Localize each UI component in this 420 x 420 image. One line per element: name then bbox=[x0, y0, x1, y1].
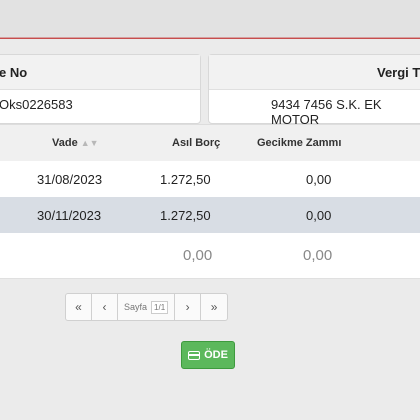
column-header-vade-label: Vade bbox=[52, 137, 78, 149]
cell-asil-borc: 1.272,50 bbox=[160, 172, 211, 187]
table-totals-row: 0,00 0,00 bbox=[0, 233, 420, 279]
cell-asil-borc: 1.272,50 bbox=[160, 208, 211, 223]
pay-button[interactable]: ÖDE bbox=[181, 341, 235, 369]
total-asil-borc: 0,00 bbox=[183, 247, 213, 264]
info-box-tax-label: Vergi T bbox=[377, 65, 420, 80]
page-total: /1 bbox=[158, 302, 166, 312]
cell-gecikme-zammi: 0,00 bbox=[306, 172, 332, 187]
info-box-tax-value: 9434 7456 S.K. EK MOTOR bbox=[271, 97, 382, 127]
info-box-number-label: e No bbox=[0, 65, 28, 80]
total-gecikme-zammi: 0,00 bbox=[303, 247, 333, 264]
first-page-button[interactable]: « bbox=[66, 294, 92, 320]
info-box-number-header: e No bbox=[0, 55, 200, 90]
info-box-number-value: Oks0226583 bbox=[0, 97, 73, 112]
cell-vade: 31/08/2023 bbox=[37, 172, 103, 187]
column-header-vade[interactable]: Vade ▲▼ bbox=[52, 137, 99, 149]
info-box-number: e No Oks0226583 bbox=[0, 54, 201, 124]
table-header: Vade ▲▼ Asıl Borç Gecikme Zammı bbox=[0, 124, 420, 162]
cell-gecikme-zammi: 0,00 bbox=[306, 208, 332, 223]
accent-divider bbox=[0, 38, 420, 39]
sort-icon[interactable]: ▲▼ bbox=[81, 138, 99, 148]
page-label: Sayfa bbox=[124, 302, 148, 312]
column-header-gecikme-zammi[interactable]: Gecikme Zammı bbox=[257, 137, 341, 149]
credit-card-icon bbox=[188, 350, 201, 360]
cell-vade: 30/11/2023 bbox=[37, 208, 102, 223]
table-row[interactable]: 31/08/2023 1.272,50 0,00 bbox=[0, 161, 420, 198]
last-page-button[interactable]: » bbox=[201, 294, 227, 320]
table-row[interactable]: 30/11/2023 1.272,50 0,00 bbox=[0, 197, 420, 234]
next-page-button[interactable]: › bbox=[175, 294, 202, 320]
pagination: « ‹ Sayfa 1/1 › » bbox=[65, 293, 229, 321]
column-header-asil-borc[interactable]: Asıl Borç bbox=[172, 137, 220, 149]
page-indicator: Sayfa 1/1 bbox=[118, 294, 176, 320]
pay-button-label: ÖDE bbox=[204, 349, 228, 361]
top-bar bbox=[0, 0, 420, 38]
info-box-tax-header: Vergi T bbox=[209, 55, 420, 90]
info-box-tax: Vergi T 9434 7456 S.K. EK MOTOR bbox=[208, 54, 420, 127]
prev-page-button[interactable]: ‹ bbox=[92, 294, 118, 320]
page-number-input[interactable]: 1/1 bbox=[151, 300, 169, 314]
